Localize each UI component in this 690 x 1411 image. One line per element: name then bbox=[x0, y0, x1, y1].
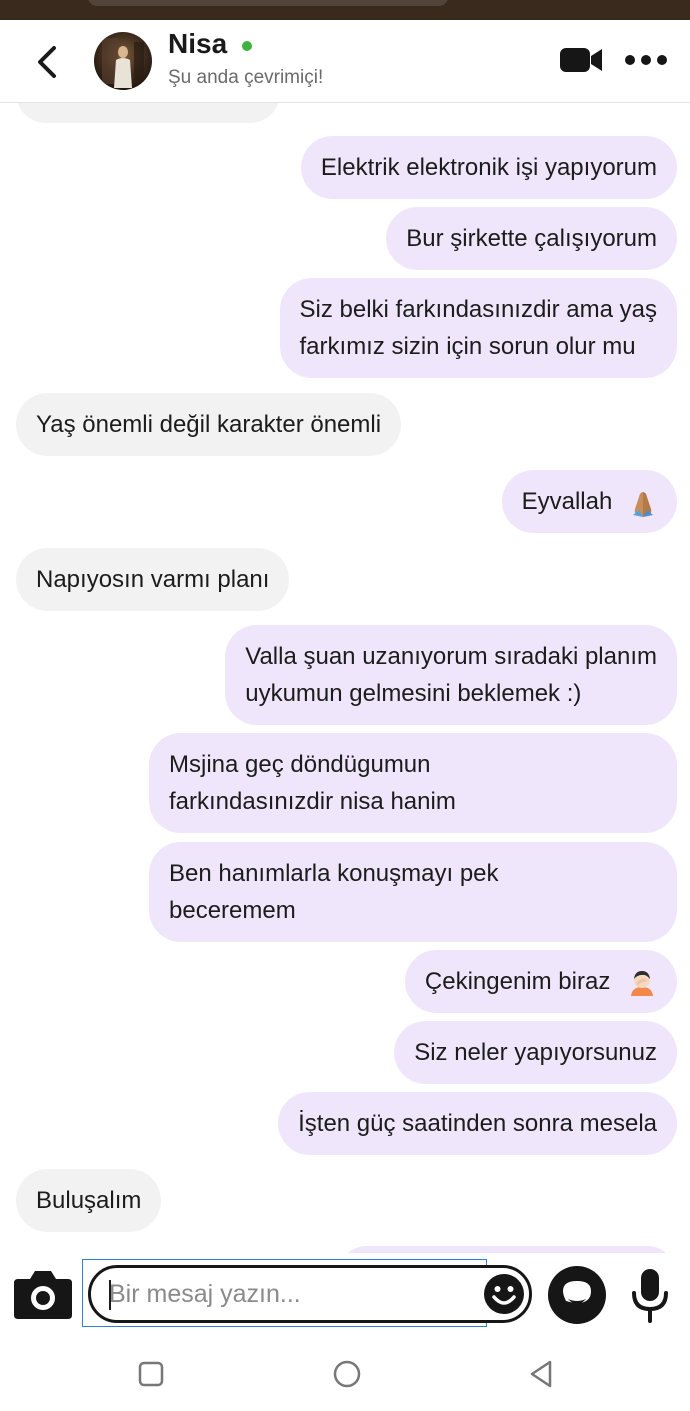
message-incoming[interactable]: Napıyosın varmı planı bbox=[16, 548, 290, 611]
message-outgoing[interactable]: Çekingenim biraz bbox=[404, 950, 677, 1013]
online-indicator bbox=[242, 41, 252, 51]
chevron-left-icon bbox=[38, 46, 56, 78]
message-text: Buluşalım bbox=[36, 1187, 142, 1214]
message-incoming[interactable]: Buluşalım bbox=[16, 1169, 162, 1232]
camera-button[interactable] bbox=[12, 1267, 74, 1321]
message-text: uykumun gelmesini beklemek :) bbox=[245, 680, 582, 707]
message-text: Bur şirkette çalışıyorum bbox=[406, 225, 657, 252]
video-camera-icon bbox=[560, 48, 602, 72]
avatar[interactable] bbox=[94, 32, 152, 90]
message-text: Ben hanımlarla konuşmayı pek bbox=[169, 860, 499, 887]
message-list[interactable]: Elektrik elektronik işi yapıyorum Bur şi… bbox=[0, 103, 690, 1253]
message-input[interactable] bbox=[109, 1276, 469, 1312]
message-outgoing[interactable]: Msjina geç döndügumun farkındasınızdir n… bbox=[149, 733, 677, 833]
emoji-button[interactable] bbox=[483, 1273, 525, 1315]
contact-name[interactable]: Nisa bbox=[168, 28, 227, 60]
home-button[interactable] bbox=[330, 1357, 364, 1391]
camera-icon bbox=[14, 1271, 72, 1319]
avatar-photo bbox=[94, 32, 152, 90]
message-text: Siz belki farkındasınızdir ama yaş bbox=[299, 296, 657, 323]
message-text: beceremem bbox=[169, 897, 296, 924]
more-options-button[interactable] bbox=[624, 48, 668, 72]
status-bar bbox=[0, 0, 690, 20]
chat-header: Nisa Şu anda çevrimiçi! bbox=[0, 20, 690, 103]
sticker-button[interactable] bbox=[546, 1265, 608, 1325]
recents-button[interactable] bbox=[136, 1359, 166, 1389]
praying-hands-emoji bbox=[629, 488, 657, 518]
status-bar-pill bbox=[88, 0, 448, 6]
back-button[interactable] bbox=[28, 42, 68, 82]
message-text: farkımız sizin için sorun olur mu bbox=[299, 333, 636, 360]
message-outgoing-partial[interactable] bbox=[337, 1246, 677, 1253]
contact-status: Şu anda çevrimiçi! bbox=[168, 67, 324, 88]
message-text: Valla şuan uzanıyorum sıradaki planım bbox=[245, 643, 657, 670]
message-text: Napıyosın varmı planı bbox=[36, 566, 270, 593]
video-call-button[interactable] bbox=[558, 42, 604, 78]
message-text: İşten güç saatinden sonra mesela bbox=[298, 1110, 657, 1137]
message-outgoing[interactable]: Elektrik elektronik işi yapıyorum bbox=[300, 136, 677, 199]
message-text: Yaş önemli değil karakter önemli bbox=[36, 411, 382, 438]
message-text: Çekingenim biraz bbox=[424, 968, 611, 995]
message-outgoing[interactable]: Valla şuan uzanıyorum sıradaki planım uy… bbox=[225, 625, 677, 725]
message-composer bbox=[0, 1253, 690, 1335]
message-text: Eyvallah bbox=[521, 488, 613, 515]
system-back-button[interactable] bbox=[526, 1357, 558, 1391]
text-caret bbox=[109, 1280, 111, 1310]
voice-message-button[interactable] bbox=[628, 1265, 672, 1325]
message-incoming[interactable]: Yaş önemli değil karakter önemli bbox=[16, 393, 402, 456]
emoji-smiley-icon bbox=[484, 1274, 524, 1314]
sticker-chat-icon bbox=[548, 1266, 606, 1324]
person-facepalming-emoji bbox=[627, 968, 657, 998]
message-outgoing[interactable]: Siz belki farkındasınızdir ama yaş farkı… bbox=[279, 278, 677, 378]
message-input-field[interactable] bbox=[88, 1265, 532, 1323]
message-outgoing[interactable]: Eyvallah bbox=[501, 470, 677, 533]
microphone-icon bbox=[632, 1269, 668, 1323]
message-outgoing[interactable]: Bur şirkette çalışıyorum bbox=[386, 207, 677, 270]
home-circle-icon bbox=[333, 1360, 361, 1388]
message-text: Elektrik elektronik işi yapıyorum bbox=[320, 154, 657, 181]
message-text: farkındasınızdir nisa hanim bbox=[169, 788, 456, 815]
system-navigation-bar bbox=[0, 1335, 690, 1411]
more-dots-icon bbox=[625, 55, 667, 65]
message-incoming[interactable] bbox=[16, 103, 280, 123]
back-triangle-icon bbox=[530, 1360, 552, 1388]
message-outgoing[interactable]: İşten güç saatinden sonra mesela bbox=[278, 1092, 677, 1155]
recents-square-icon bbox=[138, 1361, 164, 1387]
message-text: Msjina geç döndügumun bbox=[169, 751, 431, 778]
message-outgoing[interactable]: Siz neler yapıyorsunuz bbox=[394, 1021, 677, 1084]
message-outgoing[interactable]: Ben hanımlarla konuşmayı pek beceremem bbox=[149, 842, 677, 942]
message-text: Siz neler yapıyorsunuz bbox=[414, 1039, 657, 1066]
